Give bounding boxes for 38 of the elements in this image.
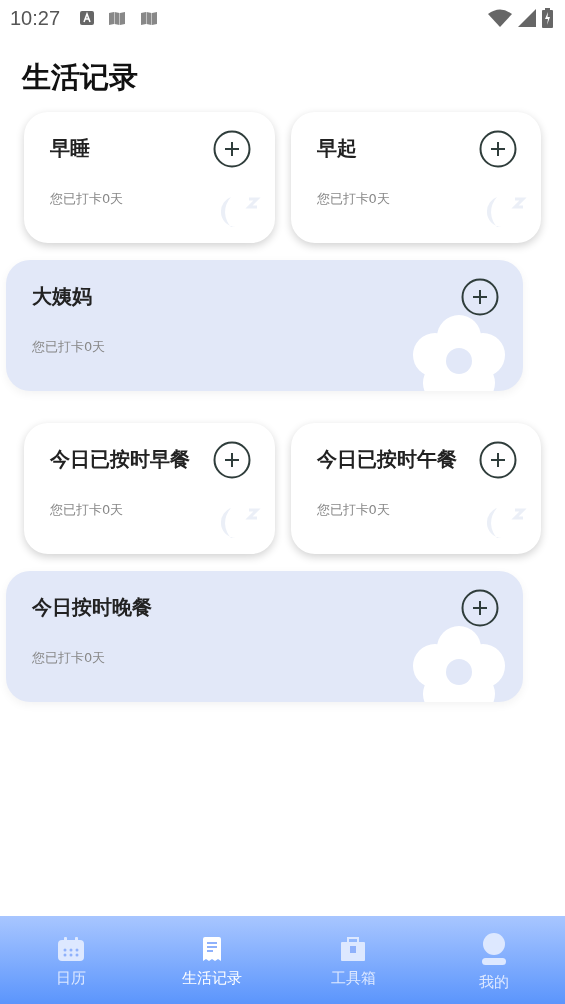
add-icon[interactable] bbox=[461, 589, 499, 627]
toolbox-icon bbox=[341, 936, 366, 961]
add-icon[interactable] bbox=[479, 441, 517, 479]
wifi-icon bbox=[488, 9, 512, 27]
flower-icon bbox=[413, 626, 505, 702]
card-title: 早睡 bbox=[50, 135, 90, 162]
flower-icon bbox=[413, 315, 505, 391]
calendar-icon bbox=[57, 936, 84, 961]
page-title: 生活记录 bbox=[22, 59, 139, 96]
habit-card[interactable]: 今日按时晚餐 您已打卡0天 bbox=[6, 571, 523, 702]
map-icon bbox=[108, 11, 127, 25]
habit-card[interactable]: 今日已按时早餐 您已打卡0天 bbox=[24, 423, 275, 554]
person-icon bbox=[482, 932, 507, 965]
habit-card[interactable]: 今日已按时午餐 您已打卡0天 bbox=[290, 423, 541, 554]
card-title: 今日已按时早餐 bbox=[50, 446, 190, 473]
check-in-count: 您已打卡0天 bbox=[316, 501, 391, 519]
receipt-icon bbox=[202, 936, 221, 961]
text-app-icon bbox=[80, 11, 95, 25]
card-title: 今日按时晚餐 bbox=[32, 594, 152, 621]
check-in-count: 您已打卡0天 bbox=[32, 338, 107, 356]
card-title: 大姨妈 bbox=[32, 283, 92, 310]
habit-card[interactable]: 早睡 您已打卡0天 bbox=[24, 112, 275, 243]
status-time: 10:27 bbox=[10, 6, 61, 30]
card-title: 今日已按时午餐 bbox=[316, 446, 457, 473]
add-icon[interactable] bbox=[479, 130, 517, 168]
add-icon[interactable] bbox=[212, 441, 251, 479]
check-in-count: 您已打卡0天 bbox=[50, 501, 125, 519]
battery-icon bbox=[542, 8, 553, 28]
signal-icon bbox=[518, 9, 536, 27]
check-in-count: 您已打卡0天 bbox=[32, 649, 107, 667]
map-icon bbox=[140, 11, 159, 25]
check-in-count: 您已打卡0天 bbox=[316, 190, 391, 208]
card-title: 早起 bbox=[316, 135, 357, 162]
add-icon[interactable] bbox=[461, 278, 499, 316]
habit-card[interactable]: 大姨妈 您已打卡0天 bbox=[6, 260, 523, 391]
habit-card[interactable]: 早起 您已打卡0天 bbox=[290, 112, 541, 243]
check-in-count: 您已打卡0天 bbox=[50, 190, 125, 208]
add-icon[interactable] bbox=[212, 130, 251, 168]
